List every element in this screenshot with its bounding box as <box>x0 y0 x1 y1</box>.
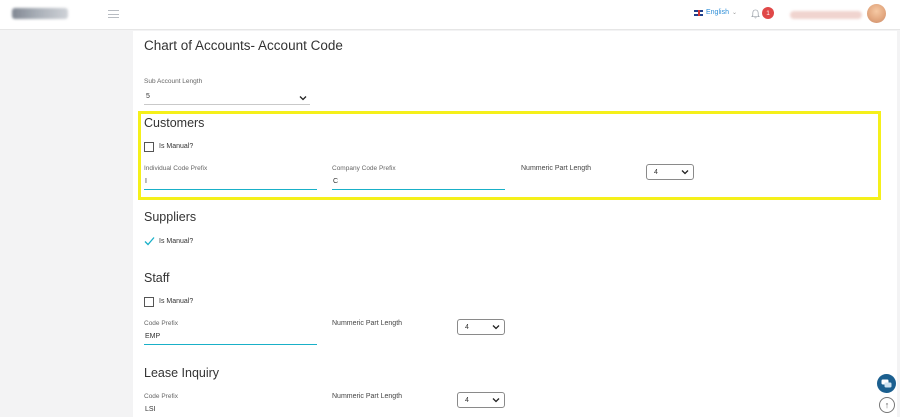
chevron-down-icon <box>492 398 500 403</box>
uk-flag-icon <box>694 9 703 16</box>
menu-icon[interactable] <box>108 10 119 18</box>
customers-numeric-length-value: 4 <box>654 168 658 176</box>
staff-title: Staff <box>144 271 170 285</box>
arrow-up-icon: ↑ <box>884 400 890 410</box>
staff-is-manual-label: Is Manual? <box>159 298 194 305</box>
individual-code-prefix-label: Individual Code Prefix <box>144 165 208 172</box>
customers-highlight-box <box>138 111 881 200</box>
customers-is-manual-checkbox[interactable] <box>144 142 154 152</box>
staff-is-manual-checkbox[interactable] <box>144 297 154 307</box>
bell-icon[interactable] <box>751 9 760 19</box>
lease-code-prefix-input[interactable]: LSI <box>145 406 156 413</box>
lease-numeric-length-label: Nummeric Part Length <box>332 393 403 400</box>
chevron-down-icon: ⌄ <box>731 10 737 16</box>
lease-numeric-length-value: 4 <box>465 396 469 404</box>
sub-account-length-label: Sub Account Length <box>144 78 203 85</box>
individual-code-prefix-input[interactable]: I <box>145 178 147 185</box>
language-selector[interactable]: English ⌄ <box>694 9 737 16</box>
page-title: Chart of Accounts- Account Code <box>144 38 343 53</box>
avatar[interactable] <box>867 4 886 23</box>
company-logo <box>12 8 68 19</box>
lease-inquiry-title: Lease Inquiry <box>144 366 220 380</box>
company-code-prefix-input[interactable]: C <box>333 178 338 185</box>
customers-numeric-length-label: Nummeric Part Length <box>521 165 592 172</box>
scroll-to-top-button[interactable]: ↑ <box>879 397 895 413</box>
customers-is-manual-label: Is Manual? <box>159 143 194 150</box>
language-label: English <box>706 9 729 16</box>
staff-code-prefix-underline <box>144 344 317 345</box>
chevron-down-icon <box>492 325 500 330</box>
customers-numeric-length-select[interactable]: 4 <box>646 164 694 180</box>
chat-button[interactable] <box>877 374 896 393</box>
chevron-down-icon <box>299 96 307 101</box>
notification-badge: 1 <box>762 7 774 19</box>
sub-account-length-select[interactable]: 5 <box>146 93 150 100</box>
suppliers-is-manual-label: Is Manual? <box>159 238 194 245</box>
lease-code-prefix-label: Code Prefix <box>144 393 178 400</box>
chevron-down-icon <box>681 170 689 175</box>
chat-icon <box>881 379 892 387</box>
staff-numeric-length-label: Nummeric Part Length <box>332 320 403 327</box>
content-card <box>133 31 897 417</box>
suppliers-title: Suppliers <box>144 210 197 224</box>
individual-code-prefix-underline <box>144 189 317 190</box>
company-code-prefix-label: Company Code Prefix <box>332 165 396 172</box>
user-name[interactable] <box>790 11 862 19</box>
top-bar: English ⌄ 1 <box>0 0 900 30</box>
lease-numeric-length-select[interactable]: 4 <box>457 392 505 408</box>
check-icon[interactable] <box>144 236 155 246</box>
staff-code-prefix-label: Code Prefix <box>144 320 178 327</box>
staff-numeric-length-value: 4 <box>465 323 469 331</box>
customers-title: Customers <box>144 116 205 130</box>
sub-account-length-underline <box>144 104 310 105</box>
company-code-prefix-underline <box>332 189 505 190</box>
staff-numeric-length-select[interactable]: 4 <box>457 319 505 335</box>
staff-code-prefix-input[interactable]: EMP <box>145 333 160 340</box>
